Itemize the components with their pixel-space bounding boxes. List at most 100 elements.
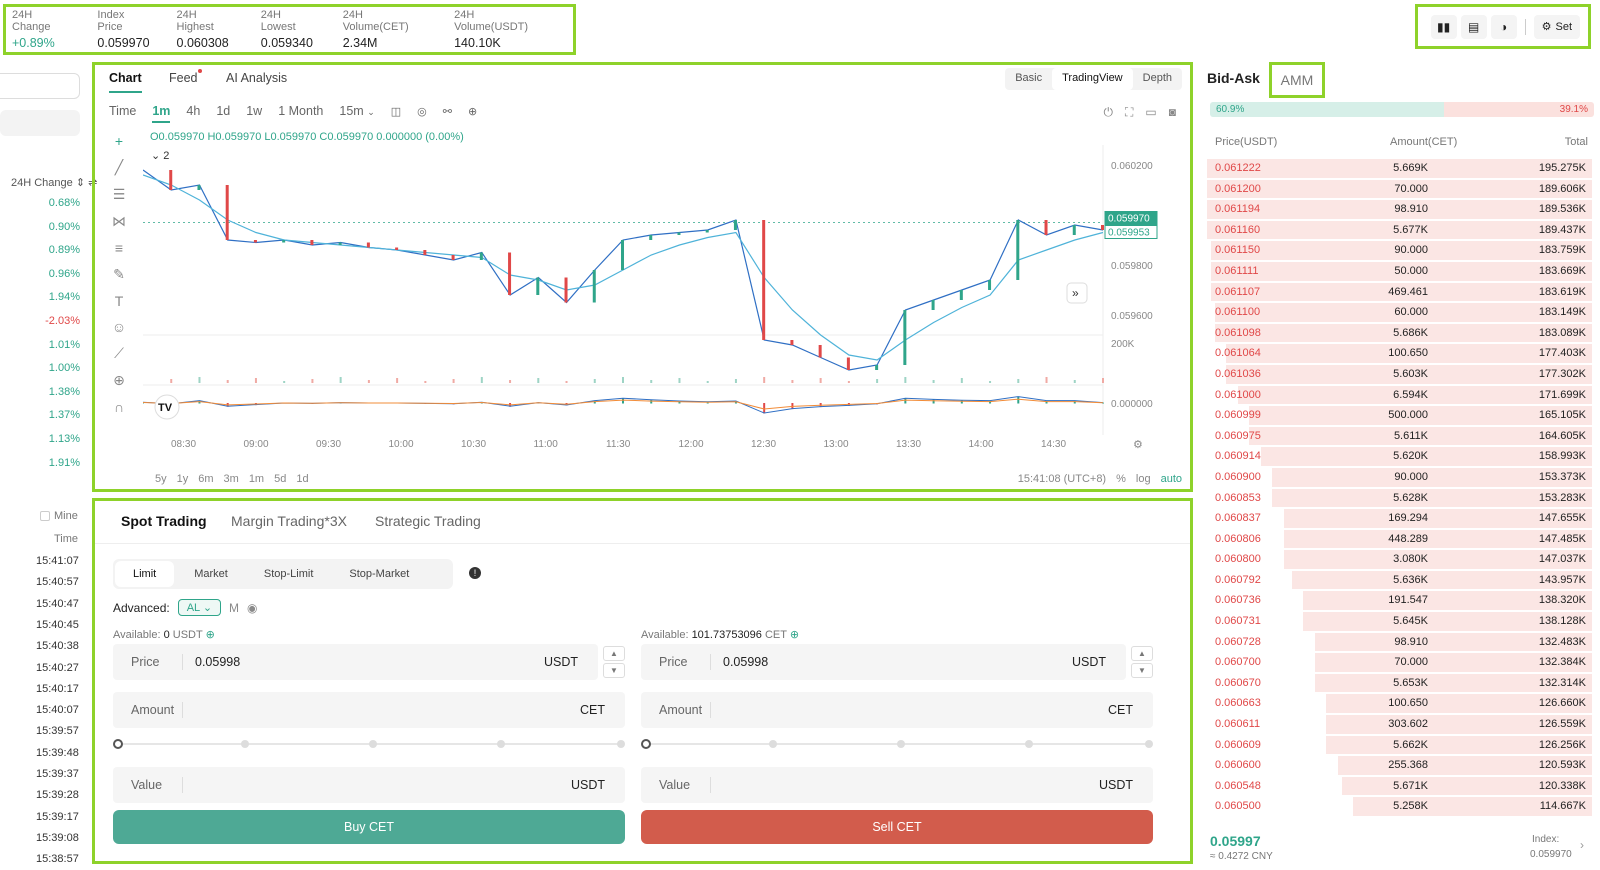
tab-strategic-trading[interactable]: Strategic Trading <box>375 513 481 529</box>
advanced-select[interactable]: AL ⌄ <box>177 599 222 616</box>
theme-icon[interactable]: ◑ <box>1490 14 1517 39</box>
price-chart[interactable]: 0.0602000.0600000.0598000.0596000.059970… <box>143 145 1183 455</box>
orderbook-row[interactable]: 0.061036 5.603K 177.302K <box>1207 364 1592 385</box>
market-change-value[interactable]: 0.89% <box>49 244 80 256</box>
percent-toggle[interactable]: % <box>1116 473 1126 485</box>
orderbook-row[interactable]: 0.060800 3.080K 147.037K <box>1207 549 1592 570</box>
interval-1m[interactable]: 1m <box>152 104 171 123</box>
orderbook-row[interactable]: 0.060548 5.671K 120.338K <box>1207 776 1592 797</box>
orderbook-row[interactable]: 0.061150 90.000 183.759K <box>1207 240 1592 261</box>
interval-time[interactable]: Time <box>109 104 136 118</box>
pattern-icon[interactable]: ⋈ <box>112 213 126 230</box>
range-6m[interactable]: 6m <box>198 473 213 485</box>
chevron-down-icon[interactable]: ▼ <box>603 663 625 678</box>
orderbook-row[interactable]: 0.061200 70.000 189.606K <box>1207 179 1592 200</box>
eye-icon[interactable]: ◉ <box>247 601 257 615</box>
orderbook-row[interactable]: 0.060806 448.289 147.485K <box>1207 529 1592 550</box>
range-5y[interactable]: 5y <box>155 473 167 485</box>
market-filter-tab[interactable] <box>0 110 80 136</box>
interval-1d[interactable]: 1d <box>216 104 230 118</box>
orderbook-row[interactable]: 0.060999 500.000 165.105K <box>1207 405 1592 426</box>
text-icon[interactable]: T <box>115 293 124 309</box>
book-icon[interactable]: ▮▮ <box>1430 14 1457 39</box>
orderbook-row[interactable]: 0.060600 255.368 120.593K <box>1207 755 1592 776</box>
market-search-input[interactable] <box>0 73 80 99</box>
crosshair-icon[interactable]: + <box>115 133 123 149</box>
mine-filter[interactable]: Mine <box>40 510 78 522</box>
deposit-icon[interactable]: ⊕ <box>206 629 215 641</box>
m-toggle[interactable]: M <box>229 601 239 615</box>
market-change-value[interactable]: 1.13% <box>49 433 80 445</box>
zoom-icon[interactable]: ⊕ <box>113 372 125 389</box>
view-tradingview[interactable]: TradingView <box>1052 68 1133 90</box>
orderbook-row[interactable]: 0.061098 5.686K 183.089K <box>1207 323 1592 344</box>
orderbook-row[interactable]: 0.061222 5.669K 195.275K <box>1207 158 1592 179</box>
tab-spot-trading[interactable]: Spot Trading <box>121 513 207 529</box>
view-basic[interactable]: Basic <box>1005 68 1052 90</box>
tab-margin-trading[interactable]: Margin Trading*3X <box>231 513 347 529</box>
sell-amount-slider[interactable] <box>641 739 1153 749</box>
brush-icon[interactable]: ✎ <box>113 266 125 283</box>
log-toggle[interactable]: log <box>1136 473 1151 485</box>
market-change-value[interactable]: 1.38% <box>49 386 80 398</box>
tab-chart[interactable]: Chart <box>109 71 142 93</box>
orderbook-row[interactable]: 0.061000 6.594K 171.699K <box>1207 385 1592 406</box>
buy-button[interactable]: Buy CET <box>113 810 625 844</box>
orderbook-row[interactable]: 0.060853 5.628K 153.283K <box>1207 488 1592 509</box>
orderbook-title[interactable]: Bid-Ask <box>1207 70 1260 86</box>
orderbook-row[interactable]: 0.060837 169.294 147.655K <box>1207 508 1592 529</box>
buy-amount-field[interactable]: Amount CET <box>113 692 625 728</box>
magnet-icon[interactable]: ∩ <box>114 399 124 415</box>
orderbook-row[interactable]: 0.060736 191.547 138.320K <box>1207 590 1592 611</box>
orderbook-row[interactable]: 0.060670 5.653K 132.314K <box>1207 673 1592 694</box>
range-5d[interactable]: 5d <box>274 473 286 485</box>
power-icon[interactable]: ⏻ <box>1104 105 1114 120</box>
info-icon[interactable]: ! <box>469 567 481 579</box>
buy-price-field[interactable]: Price 0.05998 USDT <box>113 644 598 680</box>
market-change-value[interactable]: -2.03% <box>45 315 80 327</box>
orderbook-row[interactable]: 0.061160 5.677K 189.437K <box>1207 220 1592 241</box>
indicator-count[interactable]: ⌄ 2 <box>151 150 169 162</box>
fib-icon[interactable]: ≡ <box>115 240 123 256</box>
auto-toggle[interactable]: auto <box>1161 473 1182 485</box>
orderbook-row[interactable]: 0.061064 100.650 177.403K <box>1207 343 1592 364</box>
interval-1month[interactable]: 1 Month <box>278 104 323 118</box>
market-change-value[interactable]: 1.00% <box>49 362 80 374</box>
view-depth[interactable]: Depth <box>1133 68 1182 90</box>
market-change-value[interactable]: 1.37% <box>49 409 80 421</box>
settings-button[interactable]: ⚙ Set <box>1533 14 1580 39</box>
buy-value-field[interactable]: Value USDT <box>113 767 625 803</box>
chart-settings-icon[interactable]: ⚙ <box>1133 439 1143 451</box>
chart-type-icon[interactable]: ◫ <box>391 105 401 118</box>
market-change-value[interactable]: 0.90% <box>49 221 80 233</box>
tab-ai-analysis[interactable]: AI Analysis <box>226 71 287 85</box>
market-change-value[interactable]: 1.01% <box>49 339 80 351</box>
chevron-down-icon[interactable]: ▼ <box>1131 663 1153 678</box>
horizontal-lines-icon[interactable]: ☰ <box>113 186 126 203</box>
tab-feed[interactable]: Feed <box>169 71 198 85</box>
order-type-limit[interactable]: Limit <box>115 561 175 587</box>
sell-price-field[interactable]: Price 0.05998 USDT <box>641 644 1126 680</box>
panel-icon[interactable]: ▭ <box>1145 105 1156 120</box>
orderbook-row[interactable]: 0.060728 98.910 132.483K <box>1207 632 1592 653</box>
market-change-value[interactable]: 1.94% <box>49 291 80 303</box>
buy-price-value[interactable]: 0.05998 <box>183 655 544 669</box>
range-1d[interactable]: 1d <box>296 473 308 485</box>
layout-icon[interactable]: ▤ <box>1460 14 1487 39</box>
range-1y[interactable]: 1y <box>177 473 189 485</box>
change-column-header[interactable]: 24H Change ⇕ ⇌ <box>11 176 97 189</box>
orderbook-row[interactable]: 0.060609 5.662K 126.256K <box>1207 735 1592 756</box>
sell-value-field[interactable]: Value USDT <box>641 767 1153 803</box>
interval-1w[interactable]: 1w <box>246 104 262 118</box>
order-type-market[interactable]: Market <box>176 559 246 589</box>
orderbook-row[interactable]: 0.061107 469.461 183.619K <box>1207 282 1592 303</box>
sell-button[interactable]: Sell CET <box>641 810 1153 844</box>
trendline-icon[interactable]: ╱ <box>115 159 123 176</box>
indicator-icon[interactable]: ◎ <box>417 105 427 118</box>
orderbook-row[interactable]: 0.061194 98.910 189.536K <box>1207 199 1592 220</box>
add-icon[interactable]: ⊕ <box>468 105 477 118</box>
orderbook-row[interactable]: 0.061100 60.000 183.149K <box>1207 302 1592 323</box>
interval-4h[interactable]: 4h <box>186 104 200 118</box>
market-change-value[interactable]: 0.96% <box>49 268 80 280</box>
fullscreen-icon[interactable]: ⛶ <box>1125 105 1133 120</box>
